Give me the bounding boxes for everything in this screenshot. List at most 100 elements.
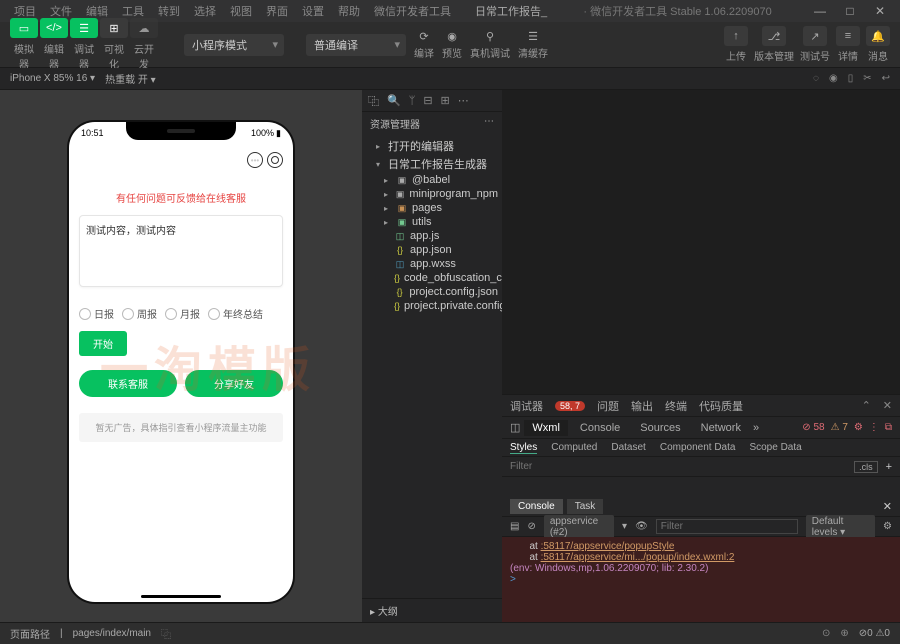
- remote-debug-button[interactable]: ⚲真机调试: [470, 29, 510, 60]
- details-button[interactable]: ≡详情: [836, 26, 860, 63]
- file-app-wxss[interactable]: ◫app.wxss: [362, 257, 502, 271]
- menu-view[interactable]: 视图: [224, 1, 258, 21]
- tab-wxml[interactable]: Wxml: [524, 420, 568, 436]
- tab-problems[interactable]: 问题: [597, 398, 619, 414]
- console-settings-icon[interactable]: ⚙: [883, 521, 892, 532]
- explorer-tab-debug-icon[interactable]: ⊟: [423, 94, 432, 107]
- footer-icon-1[interactable]: ⊙: [822, 628, 830, 639]
- folder-miniprogram-npm[interactable]: ▸▣miniprogram_npm: [362, 187, 502, 201]
- error-count[interactable]: ⊘ 58: [802, 422, 824, 433]
- explorer-tab-ext-icon[interactable]: ⊞: [441, 94, 450, 107]
- maximize-button[interactable]: □: [838, 4, 862, 18]
- task-subtab[interactable]: Task: [567, 499, 604, 514]
- tab-output[interactable]: 输出: [631, 398, 653, 414]
- mute-icon[interactable]: ◌: [813, 73, 819, 84]
- component-data-tab[interactable]: Component Data: [660, 442, 736, 453]
- scope-data-tab[interactable]: Scope Data: [749, 442, 801, 453]
- radio-daily[interactable]: 日报: [79, 306, 114, 321]
- close-button[interactable]: ✕: [868, 4, 892, 18]
- console-filter-input[interactable]: [656, 519, 798, 534]
- more-tabs-icon[interactable]: »: [753, 422, 759, 434]
- project-root[interactable]: ▾日常工作报告生成器: [362, 155, 502, 173]
- preview-button[interactable]: ◉预览: [442, 29, 462, 60]
- problem-counts[interactable]: ⊘0 ⚠0: [859, 628, 890, 639]
- console-clear-icon[interactable]: ⊘: [527, 521, 535, 532]
- console-sidebar-icon[interactable]: ▤: [510, 521, 519, 532]
- radio-monthly[interactable]: 月报: [165, 306, 200, 321]
- menu-help[interactable]: 帮助: [332, 1, 366, 21]
- explorer-more-icon[interactable]: ⋯: [484, 116, 494, 131]
- inspect-icon[interactable]: ◫: [510, 421, 520, 434]
- cls-toggle[interactable]: .cls: [854, 461, 878, 473]
- add-style-icon[interactable]: +: [886, 461, 892, 473]
- devtools-close-icon[interactable]: ✕: [883, 399, 892, 412]
- console-link[interactable]: :58117/appservice/popupStyle: [541, 541, 675, 552]
- tab-sources[interactable]: Sources: [632, 420, 688, 436]
- footer-icon-2[interactable]: ⊕: [840, 628, 848, 639]
- record-icon[interactable]: ◉: [829, 73, 838, 84]
- page-path[interactable]: pages/index/main: [73, 628, 151, 639]
- warn-count[interactable]: ⚠ 7: [831, 422, 848, 433]
- devtools-collapse-icon[interactable]: ⌃: [862, 399, 871, 412]
- dock-icon[interactable]: ⧉: [885, 422, 892, 433]
- contact-service-button[interactable]: 联系客服: [79, 370, 177, 397]
- menu-select[interactable]: 选择: [188, 1, 222, 21]
- eye-icon[interactable]: 👁: [635, 521, 648, 532]
- tab-console[interactable]: Console: [572, 420, 628, 436]
- explorer-tab-more-icon[interactable]: ⋯: [458, 94, 469, 107]
- file-project-private-config[interactable]: {}project.private.config.js...: [362, 299, 502, 313]
- kebab-icon[interactable]: ⋮: [869, 422, 879, 433]
- console-close-icon[interactable]: ✕: [883, 500, 892, 513]
- context-select[interactable]: appservice (#2): [544, 515, 614, 539]
- menu-settings[interactable]: 设置: [296, 1, 330, 21]
- tab-debugger[interactable]: 调试器: [510, 398, 543, 414]
- explorer-tab-files-icon[interactable]: ⿻: [368, 93, 379, 109]
- device-select[interactable]: iPhone X 85% 16 ▾: [10, 73, 95, 84]
- menu-wechat-devtools[interactable]: 微信开发者工具: [368, 1, 457, 21]
- tab-network[interactable]: Network: [693, 420, 749, 436]
- simulator-button[interactable]: ▭: [10, 18, 38, 38]
- folder-utils[interactable]: ▸▣utils: [362, 215, 502, 229]
- folder-pages[interactable]: ▸▣pages: [362, 201, 502, 215]
- cloud-button[interactable]: ☁: [130, 18, 158, 38]
- content-textarea[interactable]: 测试内容，测试内容: [79, 215, 283, 287]
- console-subtab[interactable]: Console: [510, 499, 563, 514]
- explorer-tab-git-icon[interactable]: ᛘ: [409, 95, 416, 107]
- version-button[interactable]: ⎇版本管理: [754, 26, 794, 63]
- styles-filter-input[interactable]: [510, 461, 846, 472]
- mode-select[interactable]: 小程序模式: [184, 34, 284, 56]
- visual-button[interactable]: ⊞: [100, 18, 128, 38]
- mp-menu-button[interactable]: •••: [247, 152, 263, 168]
- mp-close-button[interactable]: [267, 152, 283, 168]
- folder-babel[interactable]: ▸▣@babel: [362, 173, 502, 187]
- open-editors-section[interactable]: ▸打开的编辑器: [362, 137, 502, 155]
- file-app-js[interactable]: ◫app.js: [362, 229, 502, 243]
- file-code-obfuscation[interactable]: {}code_obfuscation_conf...: [362, 271, 502, 285]
- compile-select[interactable]: 普通编译: [306, 34, 406, 56]
- console-link[interactable]: :58117/appservice/mi.../popup/index.wxml…: [541, 552, 735, 563]
- share-friend-button[interactable]: 分享好友: [185, 370, 283, 397]
- explorer-tab-search-icon[interactable]: 🔍: [387, 94, 401, 107]
- file-project-config[interactable]: {}project.config.json: [362, 285, 502, 299]
- tab-code-quality[interactable]: 代码质量: [699, 398, 743, 414]
- clear-cache-button[interactable]: ☰清缓存: [518, 29, 548, 60]
- console-prompt[interactable]: >: [510, 574, 892, 585]
- cut-icon[interactable]: ✂: [863, 73, 871, 84]
- menu-interface[interactable]: 界面: [260, 1, 294, 21]
- debugger-button[interactable]: ☰: [70, 18, 98, 38]
- upload-button[interactable]: ↑上传: [724, 26, 748, 63]
- tab-terminal[interactable]: 终端: [665, 398, 687, 414]
- back-icon[interactable]: ↩: [882, 73, 890, 84]
- computed-tab[interactable]: Computed: [551, 442, 597, 453]
- settings-icon[interactable]: ⚙: [854, 422, 863, 433]
- compile-button[interactable]: ⟳编译: [414, 29, 434, 60]
- test-account-button[interactable]: ↗测试号: [800, 26, 830, 63]
- radio-weekly[interactable]: 周报: [122, 306, 157, 321]
- copy-path-icon[interactable]: ⿻: [161, 626, 171, 641]
- mobile-icon[interactable]: ▯: [848, 73, 854, 84]
- editor-button[interactable]: </>: [40, 18, 68, 38]
- hot-reload-toggle[interactable]: 热重载 开 ▾: [105, 71, 156, 86]
- start-button[interactable]: 开始: [79, 331, 127, 356]
- dataset-tab[interactable]: Dataset: [611, 442, 645, 453]
- styles-tab[interactable]: Styles: [510, 442, 537, 454]
